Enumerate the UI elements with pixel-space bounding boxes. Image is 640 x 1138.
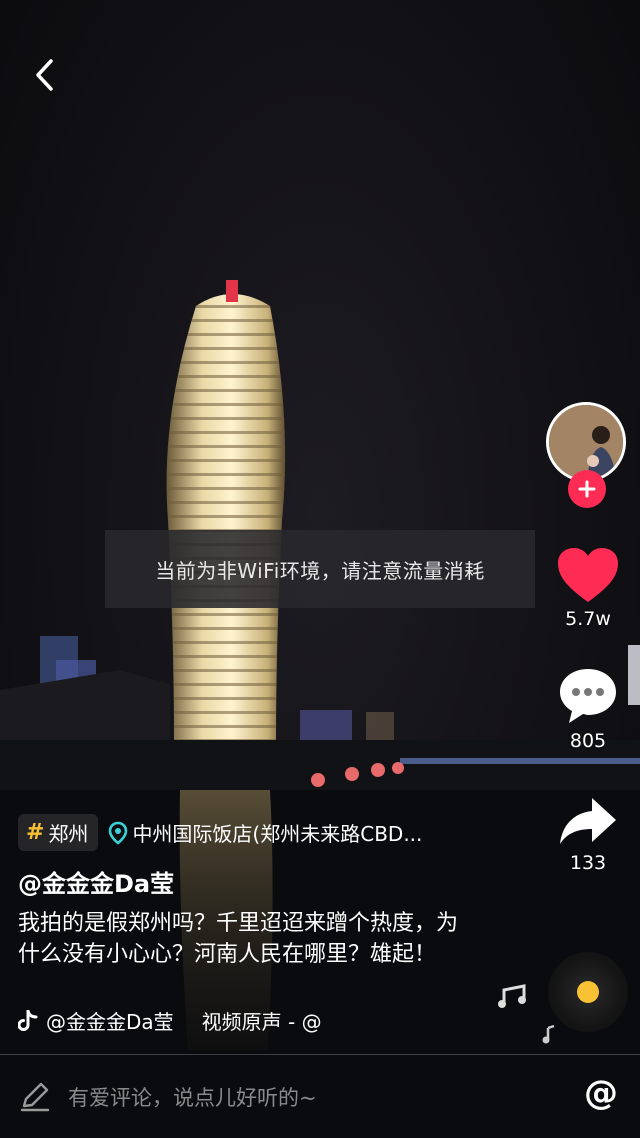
like-button[interactable]: 5.7w	[548, 546, 628, 630]
follow-button[interactable]	[568, 470, 606, 508]
plus-icon	[578, 480, 596, 498]
comment-icon	[560, 669, 616, 723]
comment-count: 805	[569, 730, 607, 752]
hashtag-chip[interactable]: # 郑州	[18, 814, 99, 851]
author-avatar-group	[546, 402, 630, 508]
music-disc-cover	[577, 981, 599, 1003]
mention-button[interactable]: @	[584, 1073, 618, 1113]
location-label: 中州国际饭店(郑州未来路CBD...	[132, 822, 423, 846]
comment-bar[interactable]: 有爱评论，说点儿好听的~ @	[0, 1055, 640, 1138]
like-count: 5.7w	[565, 608, 611, 630]
music-disc-button[interactable]	[548, 952, 628, 1032]
location-pin-icon	[109, 821, 128, 845]
music-author: @金金金Da莹	[46, 1010, 174, 1034]
comment-button[interactable]: 805	[548, 666, 628, 752]
back-icon	[36, 59, 53, 91]
tag-row: # 郑州 中州国际饭店(郑州未来路CBD...	[18, 814, 448, 851]
music-marquee[interactable]: @金金金Da莹 视频原声 - @	[18, 1006, 353, 1035]
location-link[interactable]: 中州国际饭店(郑州未来路CBD...	[108, 818, 448, 847]
tiktok-note-icon	[18, 1009, 38, 1031]
pencil-icon	[20, 1082, 50, 1111]
comment-input[interactable]: 有爱评论，说点儿好听的~	[68, 1082, 317, 1112]
hashtag-icon: #	[26, 820, 45, 845]
network-toast-text: 当前为非WiFi环境，请注意流量消耗	[155, 558, 485, 583]
share-count: 133	[569, 852, 607, 874]
share-button[interactable]: 133	[548, 796, 628, 874]
share-icon	[560, 798, 616, 844]
hashtag-label: 郑州	[48, 822, 89, 846]
heart-icon	[558, 548, 618, 602]
network-toast: 当前为非WiFi环境，请注意流量消耗	[105, 530, 535, 608]
author-handle[interactable]: @金金金Da莹	[18, 864, 174, 899]
video-stage[interactable]: 当前为非WiFi环境，请注意流量消耗 5.7w 805 133 # 郑州 中州国…	[0, 0, 640, 1138]
video-caption: 我拍的是假郑州吗？千里迢迢来蹭个热度，为什么没有小心心？河南人民在哪里？雄起！	[18, 911, 459, 967]
back-button[interactable]	[24, 54, 64, 96]
music-title: 视频原声 - @	[201, 1010, 322, 1034]
